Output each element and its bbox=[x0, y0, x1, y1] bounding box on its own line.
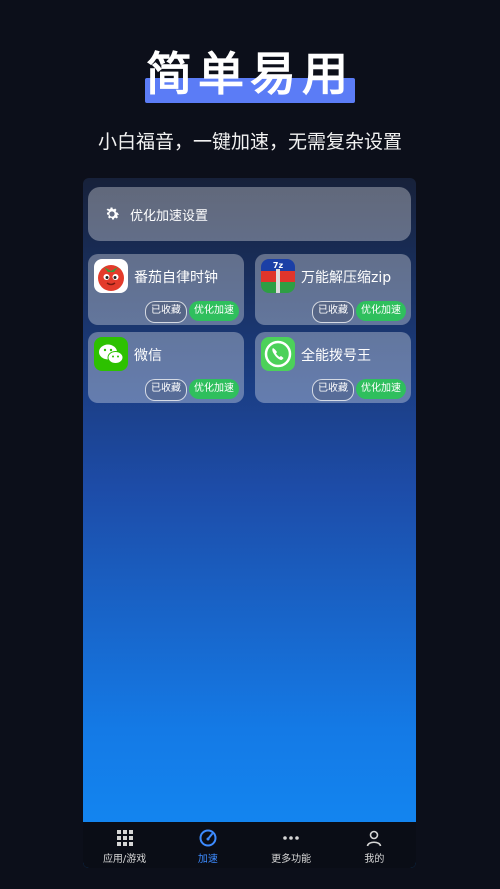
tab-label: 更多功能 bbox=[271, 854, 312, 865]
speedometer-icon bbox=[199, 829, 217, 847]
app-name: 万能解压缩zip bbox=[301, 270, 392, 286]
bottom-tab-bar: 应用/游戏 加速 更多功能 我的 bbox=[83, 822, 416, 868]
tab-more-features[interactable]: 更多功能 bbox=[250, 822, 333, 868]
app-name: 番茄自律时钟 bbox=[134, 270, 218, 286]
phone-screen: 优化加速设置 番茄自律时钟 已收藏 优化加速 7z 万能解压缩zip 已收藏 优… bbox=[83, 178, 416, 868]
favorited-button[interactable]: 已收藏 bbox=[312, 301, 354, 323]
grid-icon bbox=[116, 830, 133, 846]
promo-subtitle: 小白福音，一键加速，无需复杂设置 bbox=[97, 131, 402, 153]
tab-label: 加速 bbox=[197, 854, 218, 865]
tab-label: 应用/游戏 bbox=[102, 854, 147, 865]
wechat-app-icon bbox=[94, 337, 128, 371]
optimize-settings-button[interactable]: 优化加速设置 bbox=[88, 187, 411, 241]
favorited-button[interactable]: 已收藏 bbox=[145, 379, 187, 401]
optimize-button[interactable]: 优化加速 bbox=[356, 301, 406, 321]
app-name: 微信 bbox=[134, 348, 162, 364]
phone-app-icon bbox=[261, 337, 295, 371]
favorited-button[interactable]: 已收藏 bbox=[312, 379, 354, 401]
promo-header: 简单易用 bbox=[0, 30, 500, 110]
app-name: 全能拨号王 bbox=[301, 348, 371, 364]
favorited-button[interactable]: 已收藏 bbox=[145, 301, 187, 323]
tab-profile[interactable]: 我的 bbox=[333, 822, 416, 868]
optimize-button[interactable]: 优化加速 bbox=[189, 301, 239, 321]
gear-icon bbox=[106, 207, 120, 220]
svg-text:7z: 7z bbox=[273, 261, 284, 270]
app-card-wechat[interactable]: 微信 已收藏 优化加速 bbox=[88, 332, 244, 403]
tab-accelerate[interactable]: 加速 bbox=[166, 822, 249, 868]
app-card-dialer[interactable]: 全能拨号王 已收藏 优化加速 bbox=[255, 332, 411, 403]
optimize-button[interactable]: 优化加速 bbox=[356, 379, 406, 399]
app-card-zip[interactable]: 7z 万能解压缩zip 已收藏 优化加速 bbox=[255, 254, 411, 325]
tab-label: 我的 bbox=[364, 854, 385, 865]
zip-app-icon: 7z bbox=[261, 259, 295, 293]
optimize-settings-label: 优化加速设置 bbox=[130, 208, 209, 224]
optimize-button[interactable]: 优化加速 bbox=[189, 379, 239, 399]
app-card-tomato[interactable]: 番茄自律时钟 已收藏 优化加速 bbox=[88, 254, 244, 325]
tab-apps-games[interactable]: 应用/游戏 bbox=[83, 822, 166, 868]
tomato-app-icon bbox=[94, 259, 128, 293]
promo-headline: 简单易用 bbox=[146, 47, 354, 101]
user-icon bbox=[367, 830, 382, 847]
more-dots-icon bbox=[283, 836, 299, 840]
